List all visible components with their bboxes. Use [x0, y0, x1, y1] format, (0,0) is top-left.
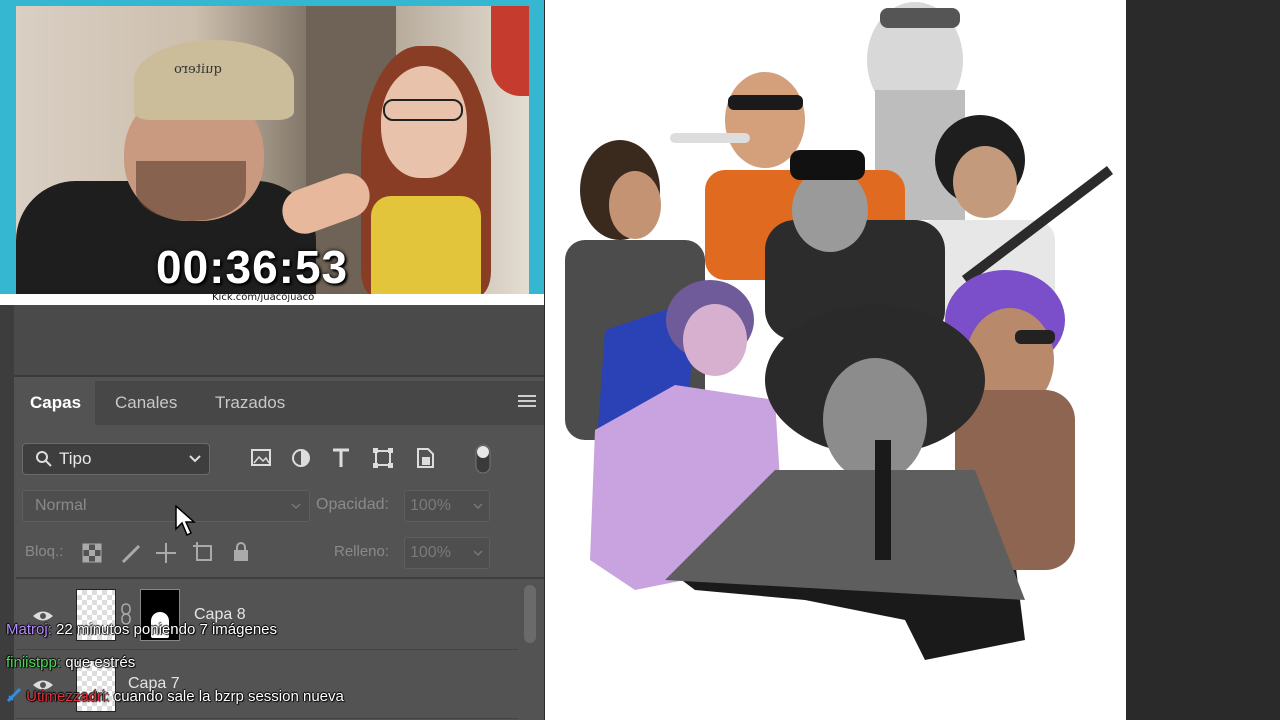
- tab-trazados[interactable]: Trazados: [201, 381, 299, 425]
- webcam-overlay: quitero 00:36:53 Kick.com/juacojuaco: [0, 0, 544, 305]
- lock-row: Bloq.: Relleno: 100%: [0, 531, 544, 573]
- search-icon: [36, 451, 52, 467]
- chat-message: finiistpp: que estrés: [6, 654, 135, 671]
- shape-filter-icon[interactable]: [372, 447, 394, 469]
- filter-type-select[interactable]: Tipo: [22, 443, 210, 475]
- chevron-down-icon: [473, 503, 483, 510]
- woman-top: [371, 196, 481, 294]
- kick-url: Kick.com/juacojuaco: [212, 292, 315, 303]
- panel-divider: [16, 577, 544, 579]
- lock-transparent-pixels-icon[interactable]: [82, 543, 102, 563]
- chevron-down-icon: [291, 503, 301, 510]
- blend-mode-value: Normal: [35, 497, 87, 514]
- chevron-down-icon: [189, 455, 201, 463]
- tab-capas[interactable]: Capas: [16, 381, 96, 425]
- adjustment-filter-icon[interactable]: [290, 447, 312, 469]
- mouse-cursor-icon: [175, 505, 196, 537]
- woman-face: [381, 66, 467, 178]
- layer-row-capa-8[interactable]: Capa 8: [16, 581, 518, 650]
- chat-message: Utimezzadri: cuando sale la bzrp session…: [6, 687, 344, 705]
- panel-menu-icon[interactable]: [518, 395, 536, 409]
- lock-all-icon[interactable]: [231, 541, 251, 563]
- chat-message: Matroj: 22 minutos poniendo 7 imágenes: [6, 621, 277, 638]
- man-beard: [136, 161, 246, 221]
- type-filter-icon[interactable]: [330, 447, 352, 469]
- chat-username: Matroj:: [6, 621, 52, 638]
- right-background: [1126, 0, 1280, 720]
- smart-object-filter-icon[interactable]: [414, 447, 436, 469]
- tab-canales[interactable]: Canales: [101, 381, 191, 425]
- man-cap: quitero: [134, 40, 294, 120]
- blend-mode-select[interactable]: Normal: [22, 490, 310, 522]
- panel-tabs: Capas Canales Trazados: [16, 381, 544, 425]
- red-object: [491, 6, 529, 96]
- filter-type-label: Tipo: [59, 449, 92, 468]
- opacity-value: 100%: [410, 497, 451, 514]
- lock-label: Bloq.:: [25, 543, 64, 560]
- glasses-icon: [383, 99, 463, 121]
- fill-value: 100%: [410, 544, 451, 561]
- chat-text: que estrés: [65, 654, 136, 671]
- opacity-label: Opacidad:: [316, 496, 389, 513]
- collage-artwork: [565, 2, 1114, 660]
- filter-toggle-icon[interactable]: [474, 443, 492, 475]
- panel-top-area: [14, 305, 544, 377]
- fill-label: Relleno:: [334, 543, 390, 560]
- sword-badge-icon: [6, 687, 22, 703]
- chat-text: 22 minutos poniendo 7 imágenes: [56, 621, 278, 638]
- chat-username: Utimezzadri:: [26, 688, 110, 705]
- layers-scrollbar[interactable]: [524, 585, 536, 643]
- document-canvas: [545, 0, 1126, 720]
- lock-artboard-icon[interactable]: [193, 542, 215, 564]
- lock-position-icon[interactable]: [155, 542, 177, 564]
- chevron-down-icon: [473, 550, 483, 557]
- lock-image-pixels-icon[interactable]: [120, 543, 142, 565]
- fill-field[interactable]: 100%: [404, 537, 490, 569]
- opacity-field[interactable]: 100%: [404, 490, 490, 522]
- cap-text: quitero: [174, 62, 222, 77]
- chat-username: finiistpp:: [6, 654, 62, 671]
- stream-timer: 00:36:53: [156, 241, 349, 293]
- image-filter-icon[interactable]: [250, 447, 272, 469]
- chat-text: cuando sale la bzrp session nueva: [113, 688, 344, 705]
